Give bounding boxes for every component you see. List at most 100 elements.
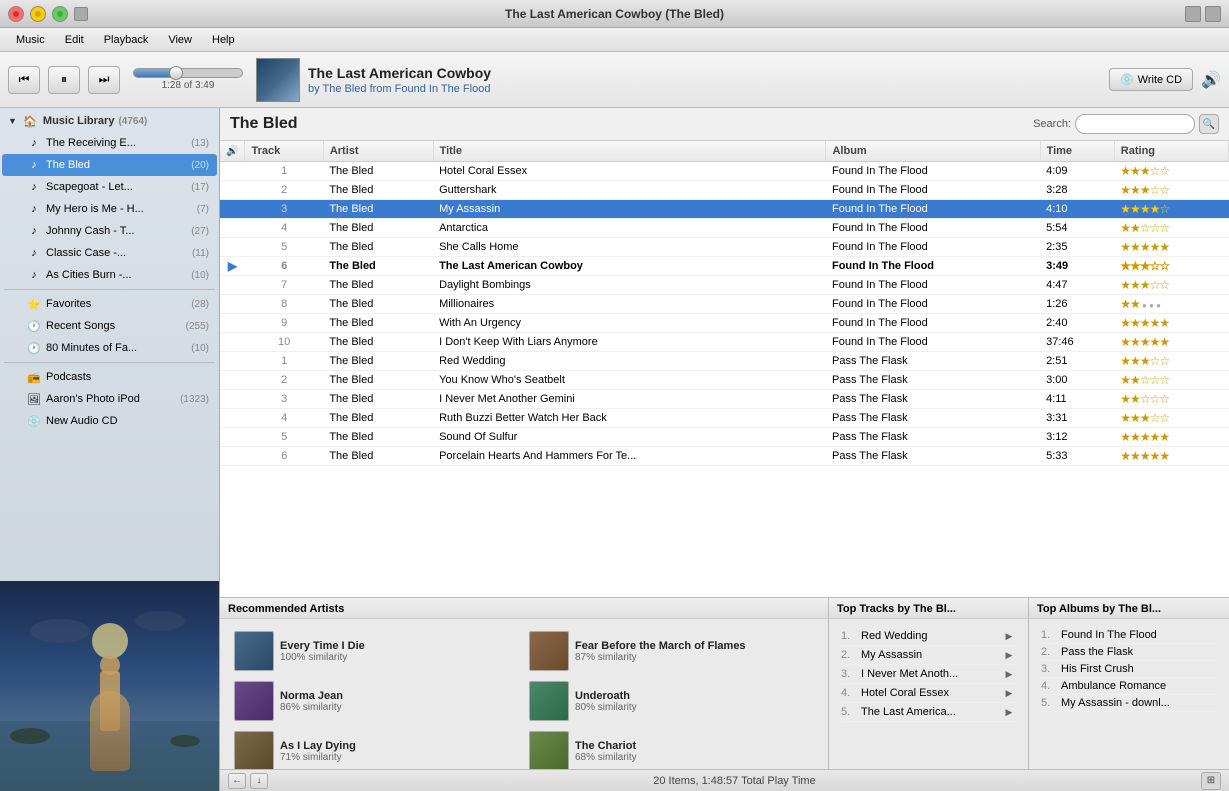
top-tracks-content[interactable]: 1.Red Wedding▶2.My Assassin▶3.I Never Me… [829,619,1028,769]
star-rating[interactable]: ★★★★★ [1120,316,1169,330]
search-input[interactable] [1075,114,1195,134]
progress-bar[interactable] [133,68,243,78]
sidebar-item-receiving[interactable]: ♪ The Receiving E... (13) [2,132,217,154]
rec-artist-item[interactable]: As I Lay Dying71% similarity [232,729,521,769]
close-button[interactable] [8,6,24,22]
sidebar-item-classiccase[interactable]: ♪ Classic Case -... (11) [2,242,217,264]
star-rating[interactable]: ★★★★★ [1120,449,1169,463]
status-nav-next[interactable]: ↓ [250,773,268,789]
menu-edit[interactable]: Edit [57,32,92,48]
table-row[interactable]: 4The BledRuth Buzzi Better Watch Her Bac… [220,409,1229,428]
track-rating[interactable]: ★★★★★ [1114,428,1228,447]
sidebar-item-recentsongs[interactable]: 🕐 Recent Songs (255) [2,315,217,337]
top-album-item[interactable]: 2.Pass the Flask [1041,644,1217,661]
sidebar-item-ascitiesburn[interactable]: ♪ As Cities Burn -... (10) [2,264,217,286]
table-row[interactable]: 9The BledWith An UrgencyFound In The Flo… [220,314,1229,333]
track-rating[interactable]: ★★★☆☆ [1114,181,1228,200]
star-rating[interactable]: ★★★★★ [1120,240,1169,254]
col-time[interactable]: Time [1040,141,1114,162]
star-rating[interactable]: ★★★★★ [1120,335,1169,349]
star-rating[interactable]: ★★☆☆☆ [1120,221,1169,235]
track-rating[interactable]: ★★★★★ [1114,314,1228,333]
table-row[interactable]: 1The BledHotel Coral EssexFound In The F… [220,162,1229,181]
track-table-container[interactable]: 🔊 Track Artist Title Album Time Rating 1… [220,141,1229,597]
menu-help[interactable]: Help [204,32,243,48]
top-album-item[interactable]: 4.Ambulance Romance [1041,678,1217,695]
status-icon-right[interactable]: ⊞ [1201,772,1221,790]
star-rating[interactable]: ★★★☆☆ [1120,411,1169,425]
table-row[interactable]: 1The BledRed WeddingPass The Flask2:51★★… [220,352,1229,371]
top-track-item[interactable]: 5.The Last America...▶ [841,703,1016,722]
col-album[interactable]: Album [826,141,1040,162]
star-rating[interactable]: ★★★☆☆ [1120,183,1169,197]
track-rating[interactable]: ★★★★★ [1114,333,1228,352]
table-row[interactable]: 3The BledMy AssassinFound In The Flood4:… [220,200,1229,219]
top-track-play-button[interactable]: ▶ [1002,705,1016,719]
top-track-item[interactable]: 4.Hotel Coral Essex▶ [841,684,1016,703]
menu-view[interactable]: View [160,32,200,48]
star-rating[interactable]: ★★ [1120,297,1140,311]
top-track-item[interactable]: 1.Red Wedding▶ [841,627,1016,646]
pause-button[interactable]: ⏸ [48,66,80,94]
sidebar-item-johnnycash[interactable]: ♪ Johnny Cash - T... (27) [2,220,217,242]
restore-button[interactable] [74,7,88,21]
top-albums-content[interactable]: 1.Found In The Flood2.Pass the Flask3.Hi… [1029,619,1229,769]
sidebar-item-thebled[interactable]: ♪ The Bled (20) [2,154,217,176]
maximize-button[interactable] [52,6,68,22]
table-row[interactable]: ▶6The BledThe Last American CowboyFound … [220,257,1229,276]
status-nav-prev[interactable]: ← [228,773,246,789]
top-album-item[interactable]: 5.My Assassin - downl... [1041,695,1217,712]
star-rating[interactable]: ★★★☆☆ [1120,259,1169,273]
table-row[interactable]: 7The BledDaylight BombingsFound In The F… [220,276,1229,295]
track-rating[interactable]: ★★ ● ● ● [1114,295,1228,314]
volume-icon[interactable]: 🔊 [1201,70,1221,90]
table-row[interactable]: 8The BledMillionairesFound In The Flood1… [220,295,1229,314]
table-row[interactable]: 3The BledI Never Met Another GeminiPass … [220,390,1229,409]
table-row[interactable]: 2The BledYou Know Who's SeatbeltPass The… [220,371,1229,390]
star-rating[interactable]: ★★★☆☆ [1120,354,1169,368]
table-row[interactable]: 4The BledAntarcticaFound In The Flood5:5… [220,219,1229,238]
col-playing[interactable]: 🔊 [220,141,245,162]
top-track-item[interactable]: 3.I Never Met Anoth...▶ [841,665,1016,684]
star-rating[interactable]: ★★★☆☆ [1120,164,1169,178]
search-button[interactable]: 🔍 [1199,114,1219,134]
sidebar-item-80mins[interactable]: 🕐 80 Minutes of Fa... (10) [2,337,217,359]
top-track-play-button[interactable]: ▶ [1002,686,1016,700]
rec-artists-content[interactable]: Every Time I Die100% similarityFear Befo… [220,619,828,769]
star-rating[interactable]: ★★☆☆☆ [1120,392,1169,406]
rec-artist-item[interactable]: Underoath80% similarity [527,679,816,723]
sidebar-item-scapegoat[interactable]: ♪ Scapegoat - Let... (17) [2,176,217,198]
star-rating[interactable]: ★★☆☆☆ [1120,373,1169,387]
sidebar-item-myhero[interactable]: ♪ My Hero is Me - H... (7) [2,198,217,220]
top-track-item[interactable]: 2.My Assassin▶ [841,646,1016,665]
track-rating[interactable]: ★★★☆☆ [1114,409,1228,428]
sidebar-item-favorites[interactable]: ⭐ Favorites (28) [2,293,217,315]
track-rating[interactable]: ★★★★★ [1114,447,1228,466]
sidebar-library-header[interactable]: ▼ 🏠 Music Library (4764) [0,108,219,132]
top-track-play-button[interactable]: ▶ [1002,629,1016,643]
rec-artist-item[interactable]: The Chariot68% similarity [527,729,816,769]
sidebar-item-podcasts[interactable]: 📻 Podcasts [2,366,217,388]
table-row[interactable]: 6The BledPorcelain Hearts And Hammers Fo… [220,447,1229,466]
rec-artist-item[interactable]: Every Time I Die100% similarity [232,629,521,673]
table-row[interactable]: 5The BledSound Of SulfurPass The Flask3:… [220,428,1229,447]
now-playing-artist-link[interactable]: The Bled [322,83,366,95]
sidebar-item-newcd[interactable]: 💿 New Audio CD [2,410,217,432]
track-rating[interactable]: ★★★☆☆ [1114,257,1228,276]
track-rating[interactable]: ★★☆☆☆ [1114,219,1228,238]
write-cd-button[interactable]: 💿 Write CD [1109,68,1193,91]
top-track-play-button[interactable]: ▶ [1002,667,1016,681]
track-rating[interactable]: ★★★☆☆ [1114,162,1228,181]
col-track[interactable]: Track [245,141,323,162]
track-rating[interactable]: ★★★☆☆ [1114,352,1228,371]
top-album-item[interactable]: 3.His First Crush [1041,661,1217,678]
restore-down-button[interactable] [1185,6,1201,22]
now-playing-album-link[interactable]: Found In The Flood [395,83,491,95]
col-artist[interactable]: Artist [323,141,433,162]
rec-artist-item[interactable]: Norma Jean86% similarity [232,679,521,723]
star-rating[interactable]: ★★★☆☆ [1120,278,1169,292]
top-album-item[interactable]: 1.Found In The Flood [1041,627,1217,644]
minimize-button[interactable] [30,6,46,22]
top-track-play-button[interactable]: ▶ [1002,648,1016,662]
track-rating[interactable]: ★★★☆☆ [1114,276,1228,295]
